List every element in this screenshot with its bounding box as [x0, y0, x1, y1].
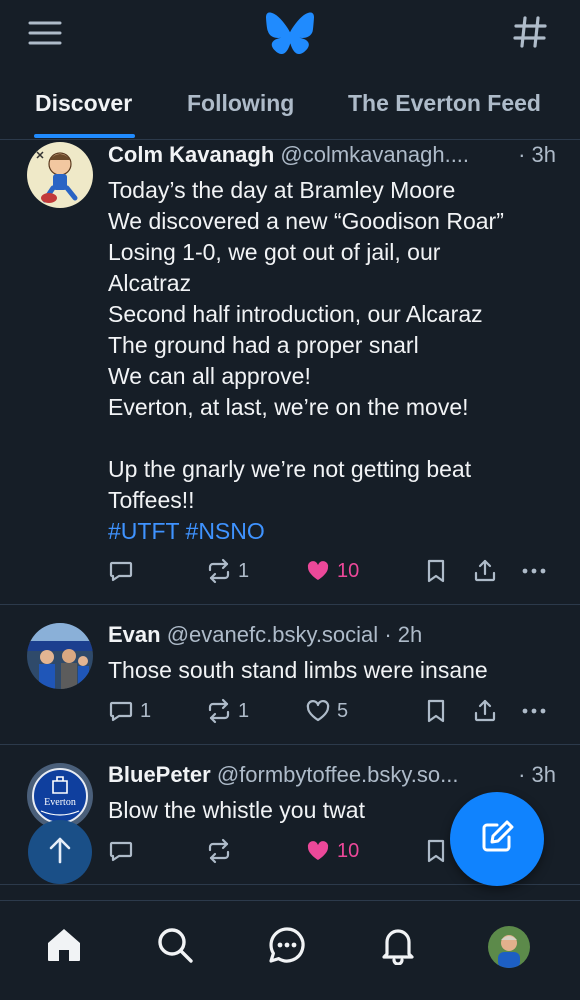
more-options-icon[interactable] [520, 556, 548, 586]
author-handle[interactable]: @colmkavanagh.... [280, 142, 469, 167]
reply-button[interactable] [108, 836, 140, 866]
feed-post[interactable]: Evan @evanefc.bsky.social · 2h Those sou… [0, 605, 580, 745]
everton-crest-text: Everton [44, 797, 76, 808]
bottom-navigation [0, 900, 580, 1000]
post-time: · 2h [384, 622, 423, 647]
bookmark-icon [424, 838, 448, 864]
reply-count: 1 [140, 699, 152, 722]
post-text: Those south stand limbs were insane [108, 655, 558, 686]
share-button[interactable] [472, 696, 498, 726]
post-line-blank [108, 423, 558, 454]
tab-the-everton-feed[interactable]: The Everton Feed [348, 90, 541, 117]
compose-icon [477, 817, 517, 862]
like-count: 5 [337, 699, 349, 722]
like-button[interactable]: 10 [305, 556, 359, 586]
butterfly-logo[interactable] [266, 12, 314, 55]
reply-icon [108, 838, 134, 864]
repost-button[interactable] [206, 836, 238, 866]
post-line: Up the gnarly we’re not getting beat [108, 456, 472, 482]
post-time: · 3h [518, 762, 556, 787]
post-line: Alcatraz [108, 270, 192, 296]
bell-icon[interactable] [378, 925, 418, 966]
share-button[interactable] [472, 556, 498, 586]
post-header: Colm Kavanagh @colmkavanagh.... · 3h [108, 142, 558, 172]
search-icon[interactable] [155, 925, 195, 965]
repost-count: 1 [238, 699, 250, 722]
post-line: The ground had a proper snarl [108, 332, 419, 358]
heart-outline-icon [305, 698, 331, 724]
post-line: Those south stand limbs were insane [108, 657, 488, 683]
author-name[interactable]: BluePeter [108, 762, 211, 787]
reply-button[interactable] [108, 556, 140, 586]
feed-tabs: Discover Following The Everton Feed [0, 76, 580, 140]
repost-icon [206, 698, 232, 724]
author-avatar[interactable] [27, 623, 93, 689]
post-line: Second half introduction, our Alcaraz [108, 301, 483, 327]
chat-icon[interactable] [267, 925, 307, 965]
active-tab-indicator [34, 134, 135, 138]
tab-following[interactable]: Following [187, 90, 294, 117]
scroll-to-top-button[interactable] [28, 820, 92, 884]
repost-icon [206, 838, 232, 864]
profile-avatar[interactable] [488, 926, 530, 968]
like-count: 10 [337, 839, 360, 862]
author-name[interactable]: Evan [108, 622, 161, 647]
heart-filled-icon [305, 838, 331, 864]
arrow-up-icon [46, 835, 74, 870]
author-handle[interactable]: @evanefc.bsky.social [167, 622, 378, 647]
repost-count: 1 [238, 559, 250, 582]
author-name[interactable]: Colm Kavanagh [108, 142, 274, 167]
reply-icon [108, 698, 134, 724]
like-button[interactable]: 10 [305, 836, 359, 866]
post-line: We discovered a new “Goodison Roar” [108, 208, 504, 234]
post-actions: 1 1 5 [108, 696, 558, 726]
feed-post[interactable]: Colm Kavanagh @colmkavanagh.... · 3h Tod… [0, 140, 580, 605]
post-line: Losing 1-0, we got out of jail, our [108, 239, 441, 265]
tab-discover[interactable]: Discover [35, 90, 132, 117]
author-avatar[interactable] [27, 142, 93, 208]
post-text: Today’s the day at Bramley Moore We disc… [108, 175, 558, 547]
bookmark-button[interactable] [424, 556, 448, 586]
repost-button[interactable]: 1 [206, 696, 249, 726]
bookmark-button[interactable] [424, 836, 448, 866]
heart-filled-icon [305, 558, 331, 584]
share-icon [472, 698, 498, 724]
post-time: · 3h [518, 142, 556, 167]
reply-icon [108, 558, 134, 584]
bookmark-icon [424, 698, 448, 724]
author-handle[interactable]: @formbytoffee.bsky.so... [217, 762, 459, 787]
repost-icon [206, 558, 232, 584]
post-header: Evan @evanefc.bsky.social · 2h [108, 622, 558, 652]
hashtag-icon[interactable] [512, 14, 548, 50]
hamburger-menu-icon[interactable] [26, 18, 64, 48]
top-bar [0, 0, 580, 66]
like-count: 10 [337, 559, 360, 582]
repost-button[interactable]: 1 [206, 556, 249, 586]
like-button[interactable]: 5 [305, 696, 348, 726]
compose-post-button[interactable] [450, 792, 544, 886]
post-actions: 1 10 [108, 556, 558, 586]
bookmark-button[interactable] [424, 696, 448, 726]
home-icon[interactable] [44, 925, 84, 965]
post-line: We can all approve! [108, 363, 311, 389]
post-line: Today’s the day at Bramley Moore [108, 177, 456, 203]
more-options-icon[interactable] [520, 696, 548, 726]
post-line: Toffees!! [108, 487, 195, 513]
reply-button[interactable]: 1 [108, 696, 151, 726]
post-line: Everton, at last, we’re on the move! [108, 394, 469, 420]
post-header: BluePeter @formbytoffee.bsky.so... · 3h [108, 762, 558, 792]
post-hashtags[interactable]: #UTFT #NSNO [108, 516, 558, 547]
bookmark-icon [424, 558, 448, 584]
share-icon [472, 558, 498, 584]
